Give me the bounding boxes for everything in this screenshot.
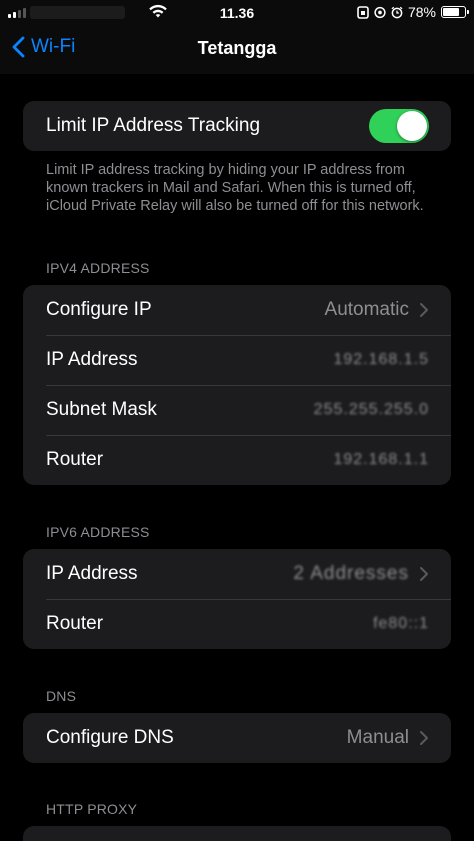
ipv6-router-row: Router fe80::1 (23, 599, 451, 649)
ipv6-section-header: IPV6 ADDRESS (46, 524, 150, 540)
ipv6-address-row[interactable]: IP Address 2 Addresses (23, 549, 451, 599)
configure-dns-label: Configure DNS (46, 727, 174, 748)
chevron-right-icon (420, 303, 428, 317)
http-proxy-section-header: HTTP PROXY (46, 801, 138, 817)
subnet-mask-row: Subnet Mask 255.255.255.0 (23, 385, 451, 435)
dns-group: Configure DNS Manual (23, 713, 451, 763)
chevron-right-icon (420, 567, 428, 581)
battery-icon (441, 6, 469, 18)
subnet-mask-label: Subnet Mask (46, 399, 157, 420)
ipv6-router-label: Router (46, 613, 104, 634)
ipv4-section-header: IPV4 ADDRESS (46, 260, 150, 276)
ipv4-address-label: IP Address (46, 349, 138, 370)
limit-ip-tracking-toggle[interactable] (369, 109, 429, 143)
dns-section-header: DNS (46, 688, 77, 704)
limit-ip-tracking-row: Limit IP Address Tracking (23, 101, 451, 151)
tracking-group: Limit IP Address Tracking (23, 101, 451, 151)
configure-dns-value: Manual (346, 727, 409, 748)
configure-ip-value: Automatic (324, 299, 409, 320)
alarm-icon (391, 6, 403, 19)
configure-ip-label: Configure IP (46, 299, 152, 320)
ipv6-group: IP Address 2 Addresses Router fe80::1 (23, 549, 451, 649)
limit-ip-tracking-label: Limit IP Address Tracking (46, 115, 261, 136)
chevron-right-icon (420, 731, 428, 745)
subnet-mask-value: 255.255.255.0 (313, 401, 429, 418)
ipv6-address-label: IP Address (46, 563, 138, 584)
status-indicators: 78% (357, 4, 469, 20)
ipv4-address-row: IP Address 192.168.1.5 (23, 335, 451, 385)
configure-dns-row[interactable]: Configure DNS Manual (23, 713, 451, 763)
ipv4-router-row: Router 192.168.1.1 (23, 435, 451, 485)
page-title: Tetangga (197, 38, 277, 58)
lock-rotation-icon (357, 5, 369, 19)
location-icon (374, 6, 386, 19)
status-bar: 11.36 78% (0, 0, 474, 26)
ipv6-address-value: 2 Addresses (293, 563, 409, 584)
battery-percentage: 78% (407, 4, 436, 20)
ipv6-router-value: fe80::1 (373, 615, 429, 632)
toggle-knob (397, 111, 427, 141)
tracking-footnote: Limit IP address tracking by hiding your… (46, 162, 424, 214)
http-proxy-group[interactable] (23, 826, 451, 841)
ipv4-router-value: 192.168.1.1 (333, 451, 429, 468)
navigation-bar: Wi-Fi Tetangga (0, 26, 474, 74)
ipv4-group: Configure IP Automatic IP Address 192.16… (23, 285, 451, 485)
ipv4-address-value: 192.168.1.5 (333, 351, 429, 368)
ipv4-router-label: Router (46, 449, 104, 470)
configure-ip-row[interactable]: Configure IP Automatic (23, 285, 451, 335)
